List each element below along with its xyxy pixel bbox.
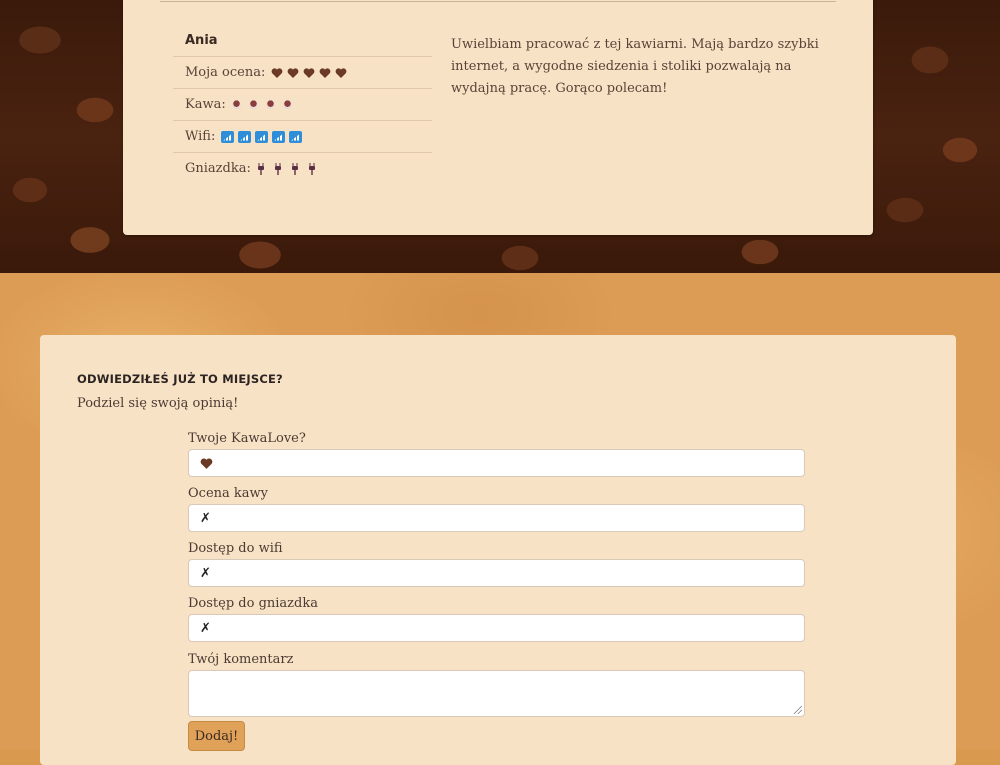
rating-label: Kawa: bbox=[185, 97, 226, 112]
rating-icons bbox=[221, 130, 303, 143]
form-title: ODWIEDZIŁEŚ JUŻ TO MIEJSCE? bbox=[77, 372, 283, 386]
coffee-bean-icon bbox=[265, 100, 275, 109]
rating-icons bbox=[271, 67, 347, 79]
kawalove-select[interactable] bbox=[188, 449, 805, 477]
heart-icon bbox=[200, 458, 213, 469]
review-card: Ania Moja ocena: Kawa: Wifi: Gniazdka: U… bbox=[123, 0, 873, 235]
review-form-card: ODWIEDZIŁEŚ JUŻ TO MIEJSCE? Podziel się … bbox=[40, 335, 956, 765]
plug-icon bbox=[308, 162, 315, 175]
wifi-access-select[interactable]: ✗ bbox=[188, 559, 805, 587]
rating-row-coffee: Kawa: bbox=[173, 88, 432, 120]
wifi-access-label: Dostęp do wifi bbox=[188, 541, 283, 556]
comment-textarea[interactable] bbox=[188, 670, 805, 717]
rating-icons bbox=[257, 162, 316, 175]
coffee-bean-icon bbox=[231, 100, 241, 109]
heart-icon bbox=[287, 67, 299, 78]
wifi-signal-icon bbox=[238, 130, 252, 143]
rating-label: Moja ocena: bbox=[185, 65, 266, 80]
form-subtitle: Podziel się swoją opinią! bbox=[77, 396, 239, 411]
coffee-rating-select[interactable]: ✗ bbox=[188, 504, 805, 532]
rating-row-sockets: Gniazdka: bbox=[173, 152, 432, 184]
heart-icon bbox=[319, 67, 331, 78]
heart-icon bbox=[335, 67, 347, 78]
submit-button[interactable]: Dodaj! bbox=[188, 721, 245, 751]
wifi-signal-icon bbox=[255, 130, 269, 143]
coffee-rating-label: Ocena kawy bbox=[188, 486, 268, 501]
review-author: Ania bbox=[185, 33, 218, 48]
rating-list: Moja ocena: Kawa: Wifi: Gniazdka: bbox=[173, 56, 432, 184]
plug-icon bbox=[257, 162, 264, 175]
comment-label: Twój komentarz bbox=[188, 652, 294, 667]
divider bbox=[160, 1, 836, 2]
socket-access-select[interactable]: ✗ bbox=[188, 614, 805, 642]
heart-icon bbox=[271, 67, 283, 78]
wifi-signal-icon bbox=[289, 130, 303, 143]
wifi-signal-icon bbox=[221, 130, 235, 143]
coffee-bean-icon bbox=[248, 100, 258, 109]
plug-icon bbox=[274, 162, 281, 175]
rating-row-my-rating: Moja ocena: bbox=[173, 56, 432, 88]
coffee-bean-icon bbox=[282, 100, 292, 109]
wifi-signal-icon bbox=[272, 130, 286, 143]
rating-icons bbox=[231, 100, 292, 109]
socket-access-label: Dostęp do gniazdka bbox=[188, 596, 318, 611]
rating-label: Wifi: bbox=[185, 129, 216, 144]
kawalove-label: Twoje KawaLove? bbox=[188, 431, 306, 446]
heart-icon bbox=[303, 67, 315, 78]
rating-label: Gniazdka: bbox=[185, 161, 251, 176]
resize-handle-icon[interactable] bbox=[794, 706, 802, 714]
plug-icon bbox=[291, 162, 298, 175]
review-text: Uwielbiam pracować z tej kawiarni. Mają … bbox=[451, 37, 819, 96]
rating-row-wifi: Wifi: bbox=[173, 120, 432, 152]
